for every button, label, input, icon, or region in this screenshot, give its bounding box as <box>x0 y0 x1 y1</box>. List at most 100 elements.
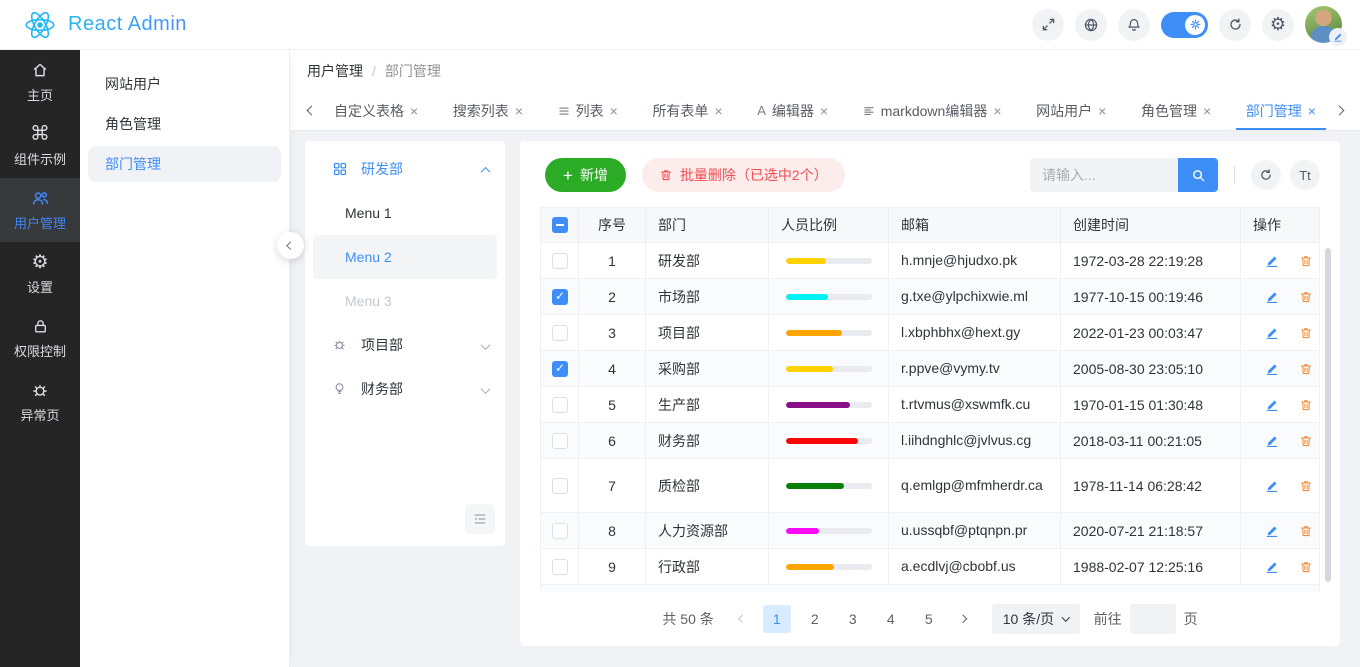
tab-department-management[interactable]: 部门管理 × <box>1236 91 1326 130</box>
row-checkbox[interactable] <box>552 325 568 341</box>
edit-icon[interactable] <box>1265 434 1279 448</box>
tab-markdown-editor[interactable]: markdown编辑器 × <box>853 91 1012 130</box>
delete-icon[interactable] <box>1299 326 1313 340</box>
row-checkbox[interactable] <box>552 289 568 305</box>
goto-page-input[interactable] <box>1130 604 1176 634</box>
pagination-next-icon[interactable] <box>950 605 976 633</box>
submenu-item-site-users[interactable]: 网站用户 <box>88 66 281 102</box>
tab-editor[interactable]: A 编辑器 × <box>747 91 838 130</box>
delete-icon[interactable] <box>1299 524 1313 538</box>
tab-list[interactable]: 列表 × <box>548 91 628 130</box>
tab-role-management[interactable]: 角色管理 × <box>1131 91 1221 130</box>
close-icon[interactable]: × <box>820 104 828 118</box>
column-header: 创建时间 <box>1061 208 1241 242</box>
page-size-select[interactable]: 10 条/页 <box>992 604 1080 634</box>
pagination-page-4[interactable]: 4 <box>877 605 905 633</box>
delete-icon[interactable] <box>1299 560 1313 574</box>
row-checkbox[interactable] <box>552 397 568 413</box>
tab-site-users[interactable]: 网站用户 × <box>1026 91 1116 130</box>
table-scrollbar[interactable] <box>1325 248 1331 582</box>
sidebar-item-home[interactable]: 主页 <box>0 50 80 114</box>
text-size-icon[interactable]: Tt <box>1290 160 1320 190</box>
tabs-scroll-left-icon[interactable] <box>298 91 324 130</box>
row-checkbox[interactable] <box>552 253 568 269</box>
delete-icon[interactable] <box>1299 362 1313 376</box>
tabs-scroll-right-icon[interactable] <box>1326 91 1352 130</box>
tree-node-menu-2[interactable]: Menu 2 <box>313 235 497 279</box>
close-icon[interactable]: × <box>610 104 618 118</box>
delete-icon[interactable] <box>1299 398 1313 412</box>
sidebar-item-exceptions[interactable]: 异常页 <box>0 370 80 434</box>
theme-sun-icon <box>1185 15 1205 35</box>
submenu-item-department-management[interactable]: 部门管理 <box>88 146 281 182</box>
edit-icon[interactable] <box>1265 398 1279 412</box>
department-tree-panel: 研发部 Menu 1 Menu 2 Menu 3 项目部 <box>305 141 505 546</box>
command-icon: ⌘ <box>30 124 50 144</box>
user-avatar[interactable] <box>1305 6 1342 43</box>
tree-node-project-dept[interactable]: 项目部 <box>305 323 505 367</box>
row-checkbox[interactable] <box>552 433 568 449</box>
sidebar-item-components[interactable]: ⌘ 组件示例 <box>0 114 80 178</box>
delete-icon[interactable] <box>1299 434 1313 448</box>
list-detail-icon <box>863 105 875 117</box>
close-icon[interactable]: × <box>714 104 722 118</box>
close-icon[interactable]: × <box>515 104 523 118</box>
tree-node-finance-dept[interactable]: 财务部 <box>305 367 505 411</box>
batch-delete-button[interactable]: 批量删除（已选中2个） <box>642 158 845 192</box>
search-input[interactable] <box>1030 158 1178 192</box>
select-all-checkbox[interactable] <box>552 217 568 233</box>
pagination-page-2[interactable]: 2 <box>801 605 829 633</box>
edit-icon[interactable] <box>1265 479 1279 493</box>
pagination-goto: 前往 页 <box>1094 604 1198 634</box>
row-checkbox[interactable] <box>552 361 568 377</box>
close-icon[interactable]: × <box>1308 104 1316 118</box>
sidebar-item-permissions[interactable]: 权限控制 <box>0 306 80 370</box>
close-icon[interactable]: × <box>410 104 418 118</box>
edit-icon[interactable] <box>1265 560 1279 574</box>
edit-icon[interactable] <box>1265 254 1279 268</box>
progress-bar <box>786 258 872 264</box>
pagination-prev-icon[interactable] <box>730 605 756 633</box>
breadcrumb-item[interactable]: 用户管理 <box>307 61 363 81</box>
sidebar-item-settings[interactable]: ⚙ 设置 <box>0 242 80 306</box>
pagination: 共 50 条 1 2 3 4 5 10 条/页 前往 页 <box>540 592 1320 646</box>
tree-node-menu-1[interactable]: Menu 1 <box>313 191 497 235</box>
sidebar-item-user-management[interactable]: 用户管理 <box>0 178 80 242</box>
submenu-collapse-button[interactable] <box>277 232 304 259</box>
notifications-bell-icon[interactable] <box>1118 9 1150 41</box>
close-icon[interactable]: × <box>993 104 1001 118</box>
pagination-page-5[interactable]: 5 <box>915 605 943 633</box>
refresh-icon[interactable] <box>1219 9 1251 41</box>
row-checkbox[interactable] <box>552 559 568 575</box>
delete-icon[interactable] <box>1299 479 1313 493</box>
tab-all-forms[interactable]: 所有表单 × <box>642 91 732 130</box>
row-checkbox[interactable] <box>552 523 568 539</box>
delete-icon[interactable] <box>1299 290 1313 304</box>
tab-custom-table[interactable]: 自定义表格 × <box>324 91 428 130</box>
pagination-page-3[interactable]: 3 <box>839 605 867 633</box>
edit-icon[interactable] <box>1265 326 1279 340</box>
delete-icon[interactable] <box>1299 254 1313 268</box>
language-icon[interactable] <box>1075 9 1107 41</box>
pagination-page-1[interactable]: 1 <box>763 605 791 633</box>
tab-search-list[interactable]: 搜索列表 × <box>443 91 533 130</box>
edit-icon[interactable] <box>1265 362 1279 376</box>
fullscreen-icon[interactable] <box>1032 9 1064 41</box>
column-header: 人员比例 <box>769 208 889 242</box>
close-icon[interactable]: × <box>1203 104 1211 118</box>
tree-node-menu-3[interactable]: Menu 3 <box>313 279 497 323</box>
search-button[interactable] <box>1178 158 1218 192</box>
list-icon <box>558 105 570 117</box>
add-button[interactable]: + 新增 <box>545 158 626 192</box>
edit-icon[interactable] <box>1265 290 1279 304</box>
tree-node-rd-dept[interactable]: 研发部 <box>305 147 505 191</box>
tree-collapse-button[interactable] <box>465 504 495 534</box>
table-refresh-icon[interactable] <box>1251 160 1281 190</box>
row-checkbox[interactable] <box>552 478 568 494</box>
settings-gear-icon[interactable]: ⚙ <box>1262 9 1294 41</box>
home-icon <box>31 60 49 80</box>
edit-icon[interactable] <box>1265 524 1279 538</box>
theme-toggle[interactable] <box>1161 12 1208 38</box>
submenu-item-role-management[interactable]: 角色管理 <box>88 106 281 142</box>
close-icon[interactable]: × <box>1098 104 1106 118</box>
